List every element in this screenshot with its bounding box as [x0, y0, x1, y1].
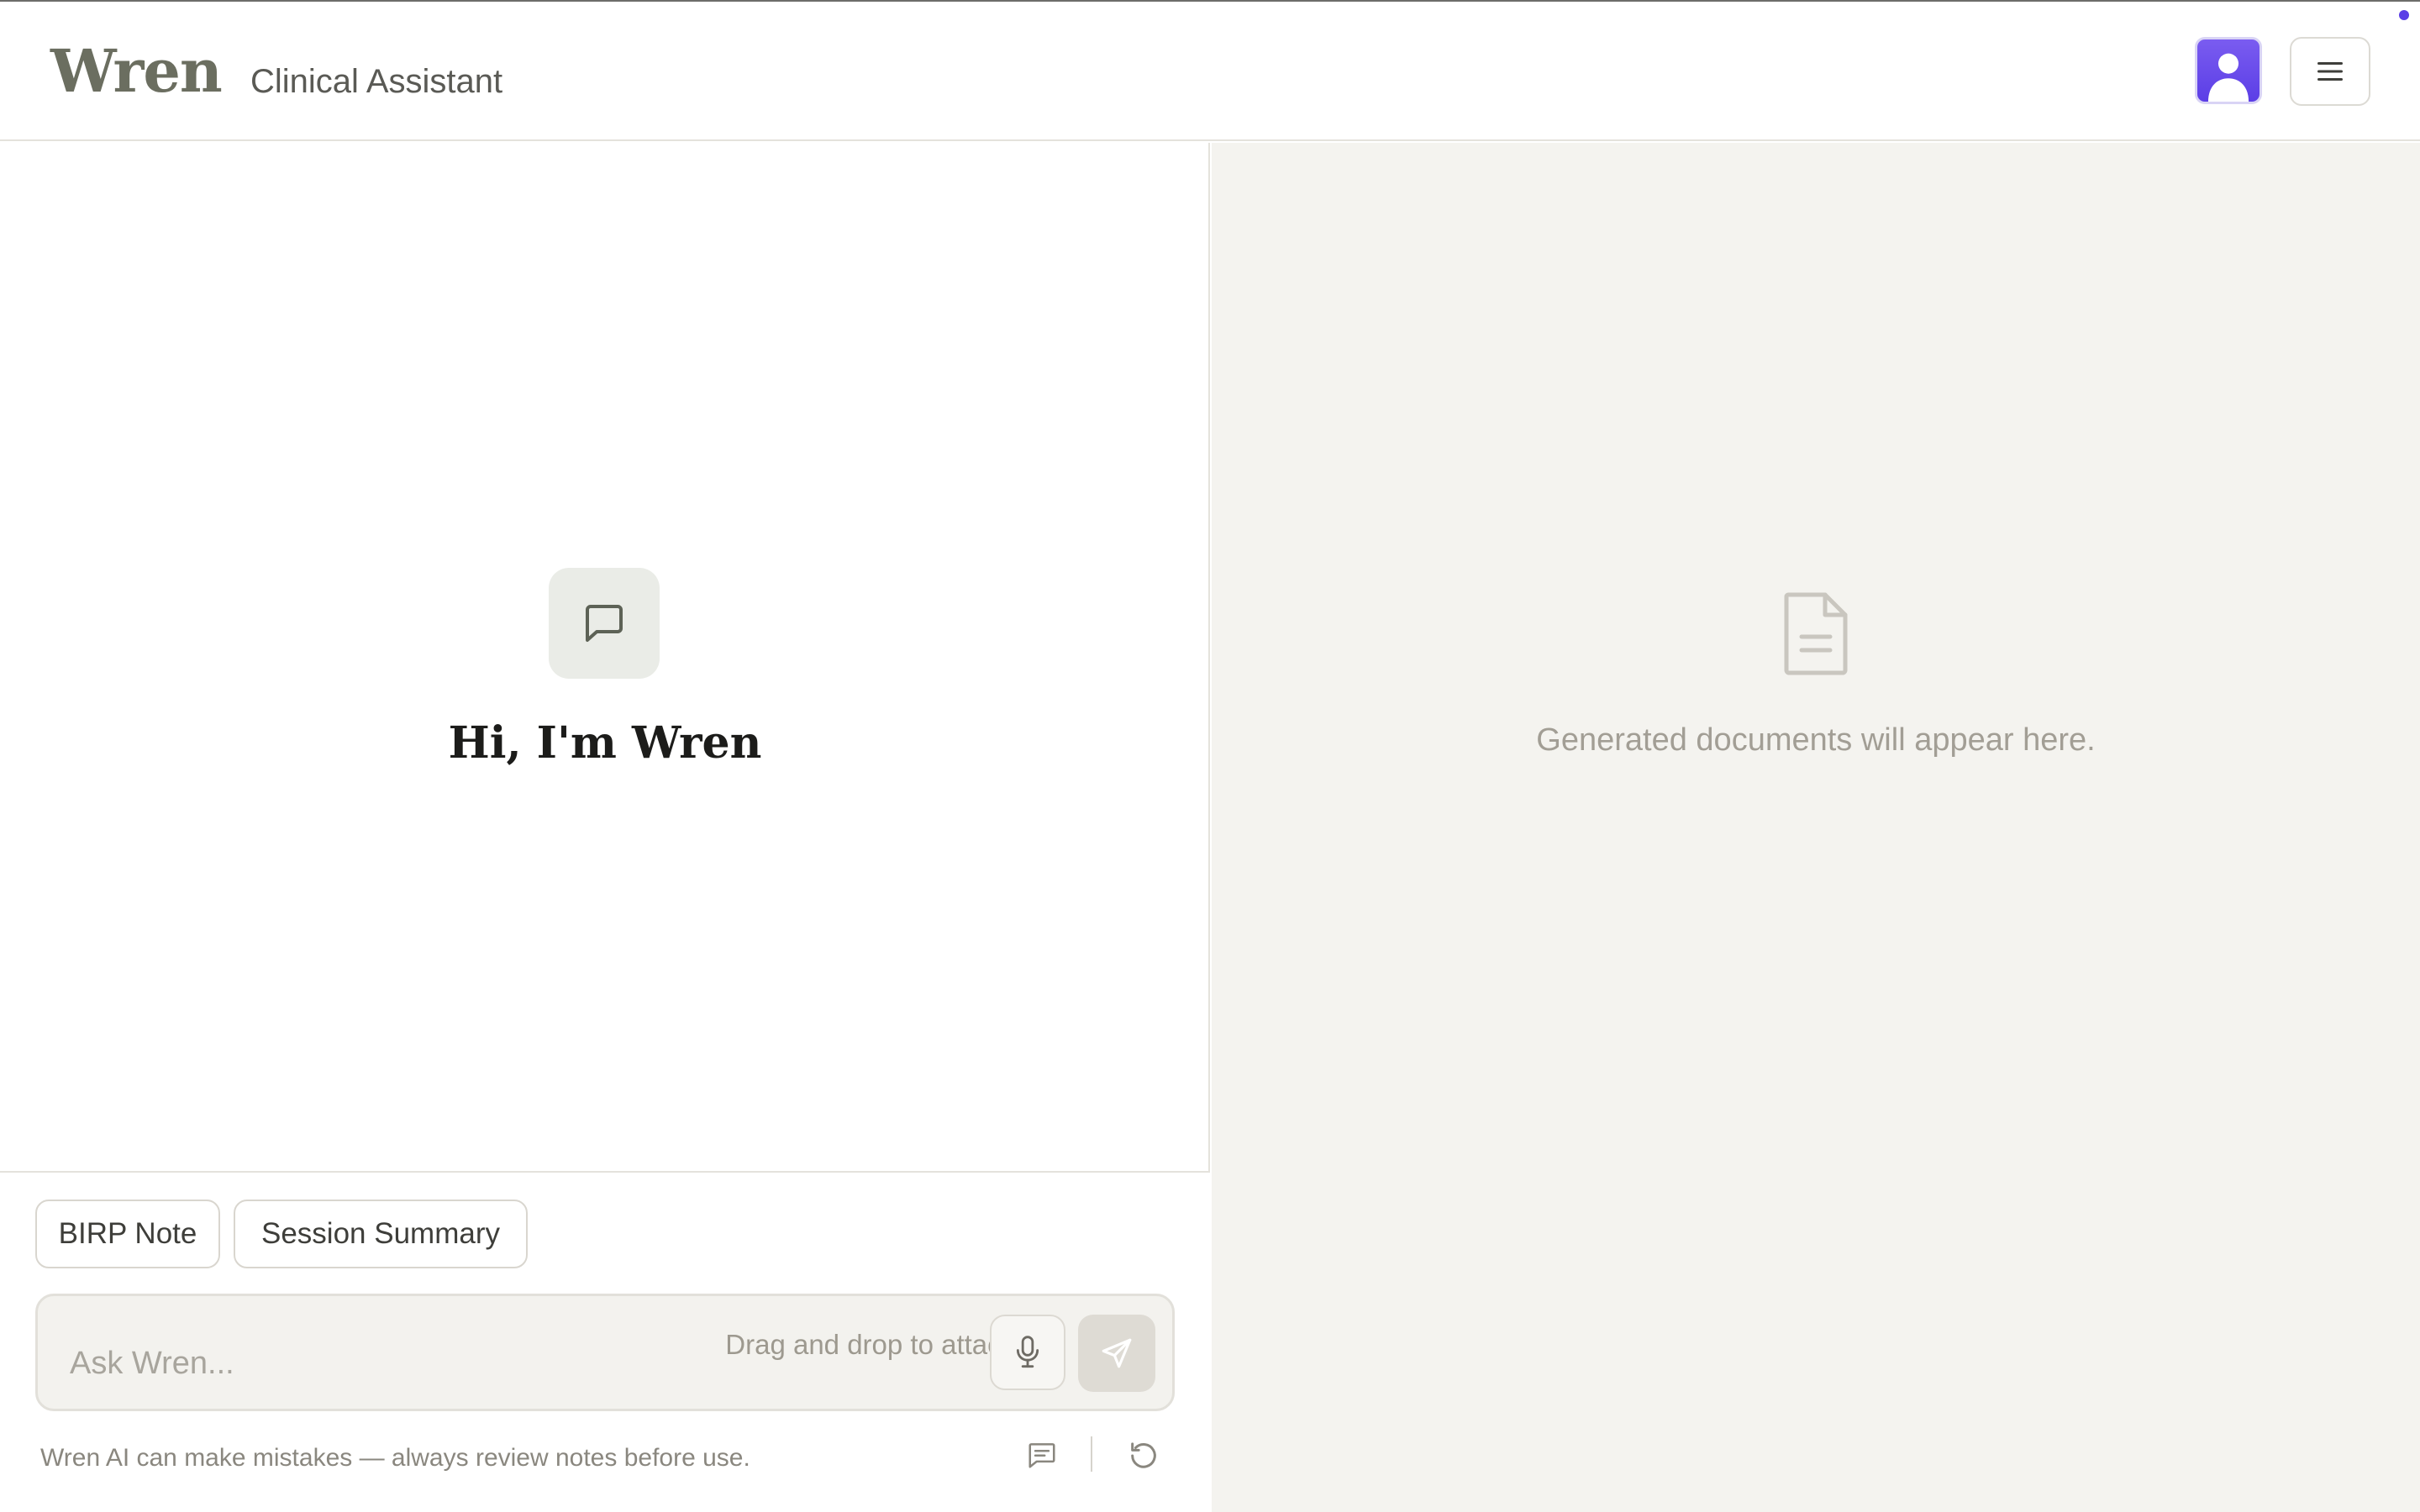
documents-panel: Generated documents will appear here.: [1212, 143, 2420, 1512]
quick-action-session-summary[interactable]: Session Summary: [234, 1200, 528, 1268]
footer-divider: [1091, 1436, 1092, 1472]
send-button[interactable]: [1078, 1315, 1155, 1392]
hamburger-menu-icon: [2317, 62, 2343, 81]
reset-conversation-button[interactable]: [1124, 1436, 1163, 1475]
brand-logo[interactable]: Wren: [50, 34, 223, 109]
ai-disclaimer: Wren AI can make mistakes — always revie…: [40, 1444, 750, 1472]
chat-bubble-icon: [586, 605, 623, 642]
app-subtitle: Clinical Assistant: [250, 63, 503, 100]
user-avatar-button[interactable]: [2195, 37, 2262, 104]
microphone-icon: [1016, 1336, 1039, 1368]
reset-icon: [1131, 1442, 1156, 1468]
microphone-button[interactable]: [990, 1315, 1065, 1390]
chat-empty-state-badge: [549, 568, 660, 679]
drag-drop-hint: Drag and drop to attach: [725, 1329, 1017, 1360]
message-composer[interactable]: Drag and drop to attach: [35, 1294, 1175, 1411]
quick-action-birp-note[interactable]: BIRP Note: [35, 1200, 220, 1268]
app-header: Wren Clinical Assistant: [0, 2, 2420, 141]
documents-empty-text: Generated documents will appear here.: [1536, 722, 2096, 758]
feedback-button[interactable]: [1023, 1436, 1060, 1473]
document-icon: [1784, 592, 1848, 675]
greeting-heading: Hi, I'm Wren: [448, 717, 762, 769]
user-avatar-icon: [2207, 53, 2249, 102]
composer-area: BIRP Note Session Summary Drag and drop …: [0, 1171, 1210, 1512]
app-root: Wren Clinical Assistant Hi, I'm Wren BIR: [0, 0, 2420, 1512]
menu-button[interactable]: [2290, 37, 2370, 106]
chat-panel: Hi, I'm Wren BIRP Note Session Summary D…: [0, 143, 1210, 1512]
message-input[interactable]: [70, 1338, 641, 1389]
feedback-icon: [1028, 1443, 1055, 1468]
status-indicator: [2399, 10, 2409, 20]
send-icon: [1102, 1338, 1132, 1368]
